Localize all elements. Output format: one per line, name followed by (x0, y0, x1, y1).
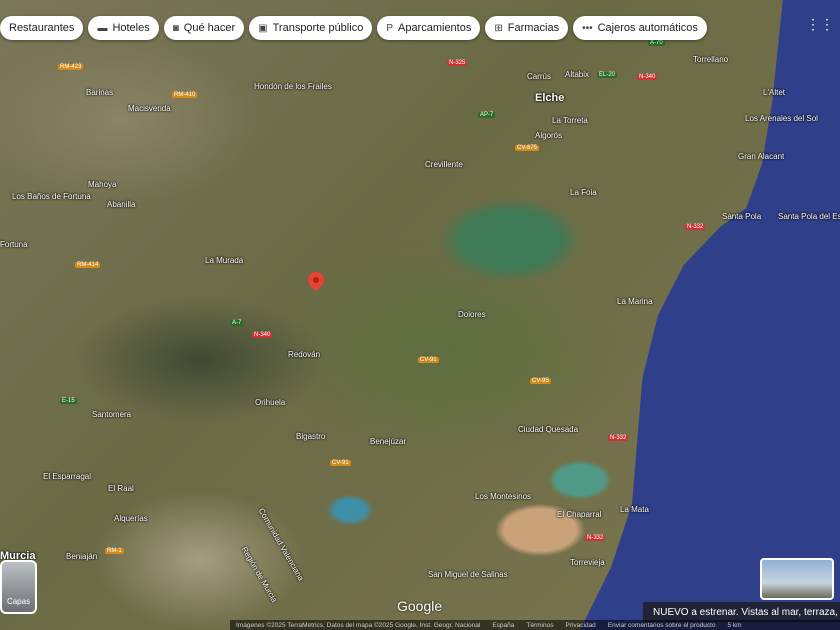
road-shield: RM-1 (105, 548, 124, 554)
road-shield: N-332 (685, 224, 706, 230)
chip-label: Qué hacer (183, 22, 236, 34)
place-label[interactable]: Algorós (535, 131, 562, 140)
place-label[interactable]: Carrús (527, 72, 551, 81)
listing-notice[interactable]: NUEVO a estrenar. Vistas al mar, terraza… (643, 602, 840, 622)
place-label[interactable]: Altabix (565, 70, 589, 79)
chip-label: Hoteles (112, 22, 150, 34)
footer-link-country[interactable]: España (492, 622, 514, 629)
road-shield: A-7 (230, 320, 244, 326)
footer-link-terms[interactable]: Términos (526, 622, 553, 629)
place-label[interactable]: Crevillente (425, 160, 463, 169)
scale-label: 5 km (727, 621, 742, 629)
place-label[interactable]: La Foia (570, 188, 597, 197)
layers-label: Capas (6, 597, 31, 606)
layers-button[interactable]: Capas (0, 560, 37, 614)
chip-aparcamientos[interactable]: P Aparcamientos (377, 16, 481, 40)
place-label[interactable]: Redován (288, 350, 320, 359)
road-shield: A-70 (648, 40, 665, 46)
place-label[interactable]: El Esparragal (43, 472, 91, 481)
chip-farmacias[interactable]: ⊞ Farmacias (485, 16, 569, 40)
place-label[interactable]: Benejúzar (370, 437, 406, 446)
road-shield: N-340 (637, 74, 658, 80)
road-shield: N-340 (252, 332, 273, 338)
road-shield: CV-91 (330, 460, 351, 466)
chip-cajeros-automáticos[interactable]: ••• Cajeros automáticos (573, 16, 707, 40)
bed-icon: ▬ (97, 22, 108, 34)
place-label[interactable]: Santa Pola (722, 212, 761, 221)
place-label[interactable]: Orihuela (255, 398, 285, 407)
place-label[interactable]: Los Montesinos (475, 492, 531, 501)
place-label[interactable]: La Murada (205, 256, 243, 265)
chip-hoteles[interactable]: ▬ Hoteles (88, 16, 159, 40)
attribution-text: Imágenes ©2025 TerraMetrics, Datos del m… (236, 621, 481, 629)
road-shield: CV-91 (418, 357, 439, 363)
chip-label: Cajeros automáticos (597, 22, 698, 34)
footer-link-feedback[interactable]: Enviar comentarios sobre el producto (608, 622, 716, 629)
chip-label: Farmacias (507, 22, 560, 34)
road-shield: RM-410 (172, 92, 198, 98)
attribution-bar: Imágenes ©2025 TerraMetrics, Datos del m… (230, 620, 840, 630)
place-label[interactable]: San Miguel de Salinas (428, 570, 508, 579)
place-label[interactable]: Elche (535, 92, 564, 104)
pharmacy-icon: ⊞ (494, 22, 503, 34)
place-label[interactable]: Beniaján (66, 552, 97, 561)
chip-label: Restaurantes (9, 22, 75, 34)
place-label[interactable]: Barinas (86, 88, 113, 97)
atm-icon: ••• (582, 22, 593, 34)
place-label[interactable]: Hondón de los Frailes (254, 82, 332, 91)
chip-transporte-público[interactable]: ▣ Transporte público (249, 16, 373, 40)
place-label[interactable]: L'Altet (763, 88, 785, 97)
road-shield: N-332 (585, 535, 606, 541)
google-logo: Google (397, 598, 443, 614)
chip-qué-hacer[interactable]: ◙ Qué hacer (163, 16, 245, 40)
place-label[interactable]: El Raal (108, 484, 134, 493)
place-label[interactable]: La Marina (617, 297, 653, 306)
place-label[interactable]: Macisvenda (128, 104, 171, 113)
place-label[interactable]: El Chaparral (557, 510, 601, 519)
place-label[interactable]: Abanilla (107, 200, 135, 209)
place-label[interactable]: Dolores (458, 310, 486, 319)
parking-icon: P (386, 22, 393, 34)
place-label[interactable]: Ciudad Quesada (518, 425, 578, 434)
place-label[interactable]: La Mata (620, 505, 649, 514)
road-shield: E-15 (60, 398, 77, 404)
chip-label: Aparcamientos (397, 22, 472, 34)
road-shield: RM-423 (58, 64, 84, 70)
chip-restaurantes[interactable]: Restaurantes (0, 16, 84, 40)
place-label[interactable]: La Torreta (552, 116, 588, 125)
place-label[interactable]: Los Baños de Fortuna (12, 192, 91, 201)
road-shield: N-332 (608, 435, 629, 441)
place-label[interactable]: Mahoya (88, 180, 116, 189)
camera-icon: ◙ (172, 22, 179, 34)
road-shield: CV-875 (515, 145, 540, 151)
road-shield: AP-7 (478, 112, 496, 118)
category-chips: Restaurantes ▬ Hoteles ◙ Qué hacer ▣ Transport… (0, 16, 707, 40)
place-label[interactable]: Santomera (92, 410, 131, 419)
footer-link-privacy[interactable]: Privacidad (565, 622, 595, 629)
transit-icon: ▣ (258, 22, 268, 34)
place-label[interactable]: Bigastro (296, 432, 325, 441)
road-shield: EL-20 (597, 72, 618, 78)
place-label[interactable]: Fortuna (0, 240, 28, 249)
place-label[interactable]: Torrevieja (570, 558, 605, 567)
road-shield: N-325 (447, 60, 468, 66)
place-label[interactable]: Los Arenales del Sol (745, 114, 818, 123)
apps-grid-icon[interactable]: ⋮⋮ (806, 16, 834, 33)
road-shield: RM-414 (75, 262, 101, 268)
place-label[interactable]: Santa Pola del Este (778, 212, 840, 221)
place-label[interactable]: Torrellano (693, 55, 728, 64)
place-label[interactable]: Gran Alacant (738, 152, 784, 161)
street-view-thumbnail[interactable] (760, 558, 834, 600)
place-label[interactable]: Alquerías (114, 514, 148, 523)
chip-label: Transporte público (272, 22, 364, 34)
road-shield: CV-95 (530, 378, 551, 384)
